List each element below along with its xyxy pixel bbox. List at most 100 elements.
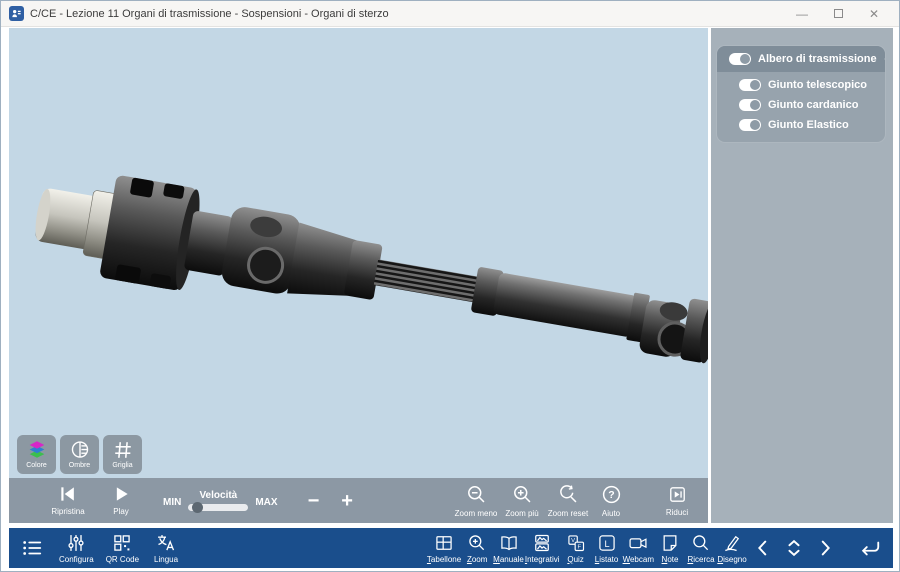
listing-button[interactable]: L Listato <box>592 533 622 564</box>
drawing-button[interactable]: Disegno <box>717 533 747 564</box>
maximize-button[interactable] <box>834 8 843 20</box>
app-icon <box>9 6 24 21</box>
cardanic-joint-toggle[interactable] <box>739 99 761 111</box>
speed-max-label: MAX <box>255 497 277 511</box>
help-button[interactable]: ? Aiuto <box>594 484 628 518</box>
zoom-button[interactable]: Zoom <box>462 533 492 564</box>
true-false-icon: V F <box>566 533 586 553</box>
listing-label: Listato <box>595 555 619 564</box>
toolbar-left-group: Configura QR Code Lingua <box>17 533 181 564</box>
configure-button[interactable]: Configura <box>59 533 94 564</box>
close-button[interactable]: ✕ <box>869 8 879 20</box>
search-button[interactable]: Ricerca <box>686 533 716 564</box>
board-button[interactable]: Tabellone <box>427 533 461 564</box>
eye-icon[interactable] <box>884 53 885 65</box>
maximize-icon <box>834 9 843 18</box>
zoom-label: Zoom <box>467 555 487 564</box>
search-icon <box>691 533 711 553</box>
zoom-in-icon <box>512 484 533 505</box>
svg-text:?: ? <box>608 489 614 501</box>
return-button[interactable] <box>854 537 885 559</box>
help-label: Aiuto <box>602 509 620 518</box>
return-arrow-icon <box>858 537 882 559</box>
speed-min-label: MIN <box>163 497 181 511</box>
grid-button[interactable]: Griglia <box>103 435 142 474</box>
help-icon: ? <box>601 484 622 505</box>
main-toolbar: Configura QR Code Lingua <box>9 528 893 568</box>
playback-controlbar: Ripristina Play MIN Velocità MAX − + <box>9 478 708 523</box>
qr-code-button[interactable]: QR Code <box>106 533 139 564</box>
quiz-button[interactable]: V F Quiz <box>561 533 591 564</box>
color-button[interactable]: Colore <box>17 435 56 474</box>
speed-control: MIN Velocità MAX <box>163 490 278 511</box>
svg-text:V: V <box>571 538 575 544</box>
minimize-button[interactable]: — <box>796 8 808 20</box>
shading-icon <box>69 439 91 461</box>
play-button[interactable]: Play <box>101 485 141 516</box>
right-sidebar: Albero di trasmissione Giunto telescopic… <box>711 28 893 523</box>
layer-row-telescopic: Giunto telescopico <box>717 75 885 95</box>
elastic-joint-toggle[interactable] <box>739 119 761 131</box>
letter-l-icon: L <box>597 533 617 553</box>
svg-text:L: L <box>604 538 609 548</box>
collapse-panel-label: Riduci <box>666 508 688 517</box>
nav-expand-button[interactable] <box>778 537 809 559</box>
layers-panel: Albero di trasmissione Giunto telescopic… <box>717 46 885 142</box>
manual-button[interactable]: Manuale <box>493 533 524 564</box>
open-book-icon <box>499 533 519 553</box>
board-label: Tabellone <box>427 555 461 564</box>
speed-slider-knob[interactable] <box>192 502 203 513</box>
zoom-out-label: Zoom meno <box>455 509 498 518</box>
window-title: C/CE - Lezione 11 Organi di trasmissione… <box>30 8 389 20</box>
restart-button[interactable]: Ripristina <box>45 485 91 516</box>
note-page-icon <box>660 533 680 553</box>
supplements-button[interactable]: Integrativi <box>525 533 560 564</box>
quiz-label: Quiz <box>567 555 583 564</box>
restart-label: Ripristina <box>51 507 84 516</box>
color-button-label: Colore <box>26 462 47 469</box>
notes-button[interactable]: Note <box>655 533 685 564</box>
speed-increase-button[interactable]: + <box>341 491 353 511</box>
board-grid-icon <box>434 533 454 553</box>
nav-previous-button[interactable] <box>747 537 778 559</box>
webcam-button[interactable]: Webcam <box>623 533 654 564</box>
driveshaft-toggle[interactable] <box>729 53 751 65</box>
webcam-label: Webcam <box>623 555 654 564</box>
collapse-panel-button[interactable]: Riduci <box>660 485 694 517</box>
zoom-in-label: Zoom più <box>505 509 538 518</box>
shadows-button-label: Ombre <box>69 462 90 469</box>
supplements-label: Integrativi <box>525 555 560 564</box>
menu-list-icon <box>21 537 43 559</box>
app-window: C/CE - Lezione 11 Organi di trasmissione… <box>0 0 900 572</box>
layer-row-cardanic: Giunto cardanico <box>717 95 885 115</box>
manual-label: Manuale <box>493 555 524 564</box>
nav-next-button[interactable] <box>809 537 840 559</box>
zoom-in-button[interactable]: Zoom più <box>502 484 542 518</box>
speed-decrease-button[interactable]: − <box>308 491 320 511</box>
language-button[interactable]: Lingua <box>151 533 181 564</box>
zoom-out-button[interactable]: Zoom meno <box>456 484 496 518</box>
video-camera-icon <box>628 533 648 553</box>
stacked-images-icon <box>532 533 552 553</box>
3d-viewport[interactable]: Colore Ombre Griglia <box>9 28 708 478</box>
configure-label: Configura <box>59 555 94 564</box>
telescopic-joint-toggle[interactable] <box>739 79 761 91</box>
speed-slider[interactable] <box>188 504 248 511</box>
skip-to-start-icon <box>58 485 78 503</box>
chevron-right-icon <box>814 537 836 559</box>
menu-list-button[interactable] <box>17 537 47 559</box>
chevron-left-icon <box>752 537 774 559</box>
zoom-reset-icon <box>558 484 579 505</box>
grid-icon <box>112 439 134 461</box>
telescopic-joint-label: Giunto telescopico <box>768 79 867 91</box>
titlebar: C/CE - Lezione 11 Organi di trasmissione… <box>1 1 899 27</box>
cardanic-joint-label: Giunto cardanico <box>768 99 858 111</box>
layer-row-elastic: Giunto Elastico <box>717 115 885 135</box>
zoom-controls: Zoom meno Zoom più Zoom reset ? Aiuto <box>456 484 708 518</box>
grid-button-label: Griglia <box>112 462 132 469</box>
shadows-button[interactable]: Ombre <box>60 435 99 474</box>
zoom-reset-button[interactable]: Zoom reset <box>548 484 588 518</box>
drawing-label: Disegno <box>717 555 746 564</box>
sliders-icon <box>66 533 86 553</box>
toolbar-center-group: Tabellone Zoom Manuale In <box>427 533 747 564</box>
